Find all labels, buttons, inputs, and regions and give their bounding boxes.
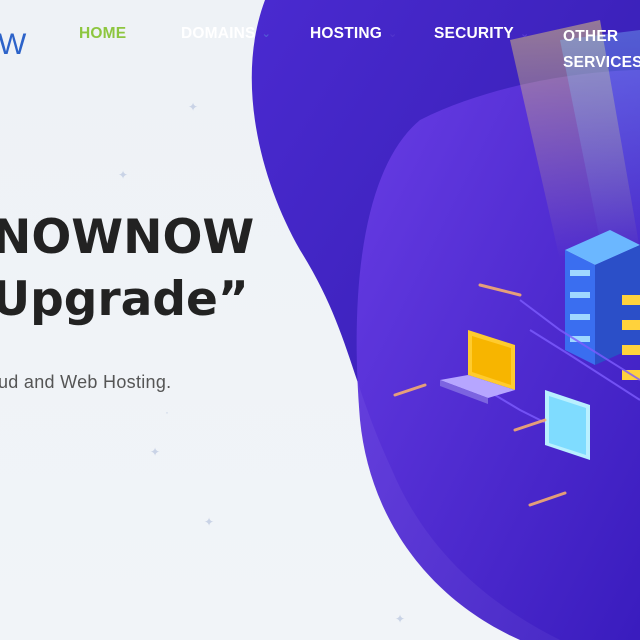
nav-item-home[interactable]: HOME — [79, 24, 126, 44]
hero-headline: NOWNOW Upgrade” — [0, 207, 254, 331]
nav-item-label: HOSTING — [310, 25, 383, 43]
sparkle-icon: ✦ — [204, 515, 215, 529]
page: ✦ ✦ ✦ ✦ ✦ · W HOME DOMAINS ⌄ HOSTING ⌄ SEC… — [0, 0, 640, 640]
sparkle-icon: ✦ — [118, 168, 129, 182]
sparkle-icon: · — [165, 405, 169, 419]
nav-item-label: DOMAINS — [181, 25, 256, 43]
nav-item-label: SECURITY — [434, 25, 514, 43]
nav-item-label: HOME — [79, 25, 127, 42]
hero-subtitle: ud and Web Hosting. — [0, 372, 172, 392]
chevron-down-icon: ⌄ — [519, 28, 530, 40]
main-navigation: HOME DOMAINS ⌄ HOSTING ⌄ SECURITY ⌄ OTHER S… — [0, 22, 640, 82]
chevron-down-icon: ⌄ — [261, 28, 272, 40]
nav-item-other-services[interactable]: OTHER SERVICES — [563, 24, 640, 76]
sparkle-icon: ✦ — [188, 100, 199, 114]
sparkle-icon: ✦ — [150, 445, 161, 459]
nav-item-hosting[interactable]: HOSTING ⌄ — [310, 24, 397, 44]
headline-line-1: NOWNOW — [0, 210, 255, 265]
sparkle-icon: ✦ — [395, 612, 406, 626]
chevron-down-icon: ⌄ — [388, 28, 398, 40]
nav-item-security[interactable]: SECURITY ⌄ — [434, 24, 529, 44]
nav-item-label: OTHER SERVICES — [563, 28, 640, 71]
nav-item-domains[interactable]: DOMAINS ⌄ — [181, 24, 271, 44]
headline-line-2: Upgrade” — [0, 272, 249, 327]
